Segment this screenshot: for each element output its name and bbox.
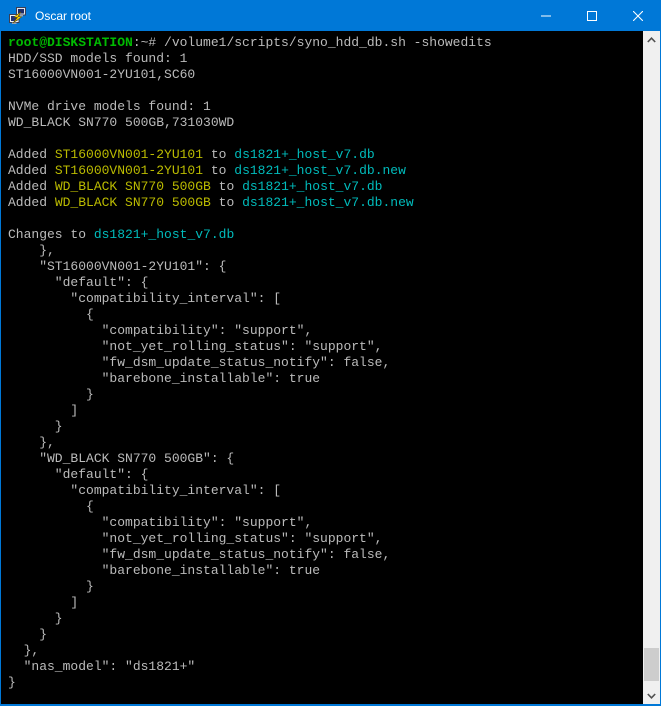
terminal-line: NVMe drive models found: 1 [8, 99, 643, 115]
putty-window: Oscar root root@DISKSTATION:~# /volume1/… [0, 0, 661, 706]
scroll-down-button[interactable] [643, 687, 660, 704]
terminal-line: "compatibility": "support", [8, 323, 643, 339]
close-button[interactable] [615, 0, 661, 31]
terminal-line: ST16000VN001-2YU101,SC60 [8, 67, 643, 83]
terminal-line: Added WD_BLACK SN770 500GB to ds1821+_ho… [8, 195, 643, 211]
terminal-line: Added WD_BLACK SN770 500GB to ds1821+_ho… [8, 179, 643, 195]
terminal-line: "fw_dsm_update_status_notify": false, [8, 547, 643, 563]
terminal-line: } [8, 611, 643, 627]
window-controls [523, 0, 661, 31]
terminal-line: } [8, 627, 643, 643]
terminal-line: HDD/SSD models found: 1 [8, 51, 643, 67]
terminal-line: { [8, 499, 643, 515]
chevron-up-icon [647, 37, 656, 43]
terminal-line: "barebone_installable": true [8, 371, 643, 387]
terminal-line: } [8, 387, 643, 403]
terminal-line: { [8, 307, 643, 323]
terminal-line: Added ST16000VN001-2YU101 to ds1821+_hos… [8, 163, 643, 179]
terminal-line: "compatibility": "support", [8, 515, 643, 531]
terminal-line: "fw_dsm_update_status_notify": false, [8, 355, 643, 371]
terminal-line: "barebone_installable": true [8, 563, 643, 579]
terminal-line: ] [8, 403, 643, 419]
terminal-line [8, 131, 643, 147]
terminal-line: "nas_model": "ds1821+" [8, 659, 643, 675]
terminal-line: "not_yet_rolling_status": "support", [8, 339, 643, 355]
terminal-line: }, [8, 243, 643, 259]
scrollbar-thumb[interactable] [644, 648, 659, 681]
terminal-line: } [8, 419, 643, 435]
window-title: Oscar root [35, 9, 523, 23]
terminal-line [8, 83, 643, 99]
terminal-line: }, [8, 643, 643, 659]
titlebar[interactable]: Oscar root [0, 0, 661, 31]
terminal-line: "ST16000VN001-2YU101": { [8, 259, 643, 275]
terminal-line: }, [8, 435, 643, 451]
terminal-line: root@DISKSTATION:~# /volume1/scripts/syn… [8, 35, 643, 51]
terminal-output[interactable]: root@DISKSTATION:~# /volume1/scripts/syn… [1, 31, 643, 704]
terminal-line: ] [8, 595, 643, 611]
chevron-down-icon [647, 693, 656, 699]
terminal-line: WD_BLACK SN770 500GB,731030WD [8, 115, 643, 131]
terminal-line: "default": { [8, 275, 643, 291]
putty-app-icon [8, 6, 28, 26]
terminal-line: Added ST16000VN001-2YU101 to ds1821+_hos… [8, 147, 643, 163]
terminal-line: "WD_BLACK SN770 500GB": { [8, 451, 643, 467]
terminal-line: "default": { [8, 467, 643, 483]
terminal-line: "not_yet_rolling_status": "support", [8, 531, 643, 547]
maximize-button[interactable] [569, 0, 615, 31]
terminal-line: "compatibility_interval": [ [8, 291, 643, 307]
scrollbar[interactable] [643, 31, 660, 704]
window-body: root@DISKSTATION:~# /volume1/scripts/syn… [0, 31, 661, 706]
terminal-line: "compatibility_interval": [ [8, 483, 643, 499]
minimize-button[interactable] [523, 0, 569, 31]
terminal-line: Changes to ds1821+_host_v7.db [8, 227, 643, 243]
scroll-up-button[interactable] [643, 31, 660, 48]
terminal-line [8, 211, 643, 227]
terminal-line: } [8, 579, 643, 595]
terminal-line: } [8, 675, 643, 691]
